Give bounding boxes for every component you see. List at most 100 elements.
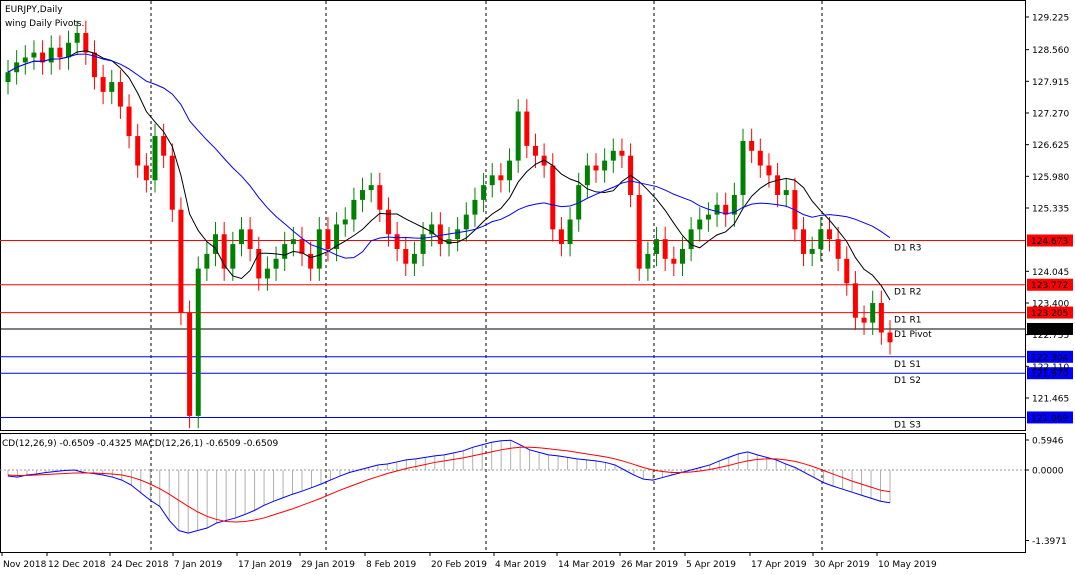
candle-body bbox=[489, 175, 495, 186]
price-tick-label: 123.400 bbox=[1032, 299, 1069, 309]
candle-body bbox=[714, 204, 720, 215]
candle-body bbox=[178, 209, 184, 313]
candle-body bbox=[273, 258, 279, 269]
candle-body bbox=[619, 150, 625, 156]
candle-body bbox=[472, 199, 478, 215]
candle-body bbox=[852, 283, 858, 318]
candle-body bbox=[532, 145, 538, 156]
price-tick-label: 125.980 bbox=[1032, 173, 1069, 183]
candle-body bbox=[524, 111, 530, 146]
candle-body bbox=[290, 239, 296, 245]
pivot-name: D1 Pivot bbox=[894, 330, 932, 340]
date-tick-label: 29 Jan 2019 bbox=[301, 560, 355, 570]
candle-body bbox=[143, 165, 149, 181]
candle-body bbox=[126, 106, 132, 137]
candle-body bbox=[100, 77, 106, 92]
date-tick-label: 7 Jan 2019 bbox=[174, 560, 222, 570]
candle-body bbox=[878, 302, 884, 333]
candle-body bbox=[688, 229, 694, 249]
candle-body bbox=[749, 140, 755, 151]
date-tick-label: 5 Apr 2019 bbox=[686, 560, 736, 570]
price-tick-label: 127.915 bbox=[1032, 78, 1069, 88]
candle-body bbox=[342, 219, 348, 225]
candle-body bbox=[411, 253, 417, 264]
date-tick-label: 14 Mar 2019 bbox=[558, 560, 615, 570]
candle-body bbox=[135, 136, 141, 166]
macd-plot-frame bbox=[0, 433, 1026, 553]
candle-body bbox=[636, 194, 642, 269]
price-tick-label: 122.110 bbox=[1032, 363, 1069, 373]
candle-body bbox=[247, 229, 253, 249]
candle-body bbox=[187, 312, 193, 416]
price-tick-label: 127.270 bbox=[1032, 109, 1069, 119]
candle-body bbox=[230, 244, 236, 269]
price-tick-label: 129.225 bbox=[1032, 14, 1069, 24]
candle-body bbox=[654, 239, 660, 254]
candle-body bbox=[783, 190, 789, 195]
candle-body bbox=[169, 155, 175, 210]
pivot-name: D1 S3 bbox=[894, 420, 921, 430]
candle-body bbox=[282, 244, 288, 259]
candle-body bbox=[351, 199, 357, 220]
date-tick-label: 10 May 2019 bbox=[878, 560, 937, 570]
pivot-name: D1 R1 bbox=[894, 316, 922, 326]
candle-body bbox=[5, 72, 11, 83]
candle-body bbox=[316, 229, 322, 269]
macd-tick-label: 0.0000 bbox=[1032, 467, 1064, 477]
date-tick-label: 12 Dec 2018 bbox=[48, 560, 106, 570]
candle-body bbox=[117, 82, 123, 107]
price-tick-label: 128.560 bbox=[1032, 46, 1069, 56]
candle-body bbox=[66, 42, 72, 58]
candle-body bbox=[775, 175, 781, 195]
candle-body bbox=[645, 253, 651, 269]
candle-body bbox=[221, 234, 227, 269]
date-tick-label: 17 Apr 2019 bbox=[751, 560, 807, 570]
candle-body bbox=[835, 239, 841, 259]
candle-body bbox=[403, 248, 409, 264]
pivot-name: D1 S2 bbox=[894, 376, 921, 386]
pivot-price-label: 123.772 bbox=[1031, 281, 1068, 291]
chart-title: EURJPY,Daily bbox=[5, 5, 63, 15]
candle-body bbox=[679, 248, 685, 264]
main-plot-frame bbox=[0, 0, 1026, 431]
pivot-lines: D1 R3 D1 R2 D1 R1 D1 Pivot D1 S1 D1 S2 D1 S3 bbox=[0, 239, 1025, 430]
candle-body bbox=[463, 214, 469, 230]
pivot-price-label: 122.304 bbox=[1031, 353, 1068, 363]
macd-header: CD(12,26,9) -0.6509 -0.4325 MACD(12,26,1… bbox=[2, 439, 278, 449]
candle-body bbox=[22, 57, 28, 63]
date-tick-label: 20 Feb 2019 bbox=[431, 560, 487, 570]
candle-body bbox=[550, 165, 556, 230]
candle-body bbox=[481, 185, 487, 200]
pivot-name: D1 R2 bbox=[894, 288, 922, 298]
candle-body bbox=[870, 302, 876, 323]
candle-body bbox=[662, 239, 668, 259]
date-tick-label: 17 Jan 2019 bbox=[238, 560, 292, 570]
date-tick-label: 30 Apr 2019 bbox=[814, 560, 870, 570]
price-tick-label: 121.465 bbox=[1032, 395, 1069, 405]
macd-panel bbox=[7, 439, 891, 534]
candle-body bbox=[671, 258, 677, 264]
pivot-name: D1 R3 bbox=[894, 243, 922, 253]
pivot-price-label: 121.069 bbox=[1031, 414, 1068, 424]
candle-body bbox=[826, 229, 832, 240]
candle-body bbox=[238, 229, 244, 245]
candle-body bbox=[558, 229, 564, 245]
candle-body bbox=[757, 150, 763, 166]
candle-body bbox=[204, 253, 210, 269]
candle-body bbox=[48, 47, 54, 63]
candle-body bbox=[515, 111, 521, 161]
candle-body bbox=[299, 239, 305, 254]
pivot-price-label: 124.673 bbox=[1031, 237, 1068, 247]
candle-body bbox=[74, 32, 80, 43]
candle-body bbox=[766, 165, 772, 176]
macd-tick-label: 0.5946 bbox=[1032, 437, 1064, 447]
date-tick-label: Nov 2018 bbox=[3, 560, 47, 570]
candle-body bbox=[844, 258, 850, 284]
candle-body bbox=[394, 234, 400, 249]
chart-canvas: D1 R3 D1 R2 D1 R1 D1 Pivot D1 S1 D1 S2 D1 S3 1… bbox=[0, 0, 1073, 570]
candle-body bbox=[152, 136, 158, 181]
candle-body bbox=[861, 317, 867, 323]
candle-body bbox=[584, 165, 590, 186]
candle-body bbox=[437, 224, 443, 245]
price-tick-label: 122.755 bbox=[1032, 331, 1069, 341]
